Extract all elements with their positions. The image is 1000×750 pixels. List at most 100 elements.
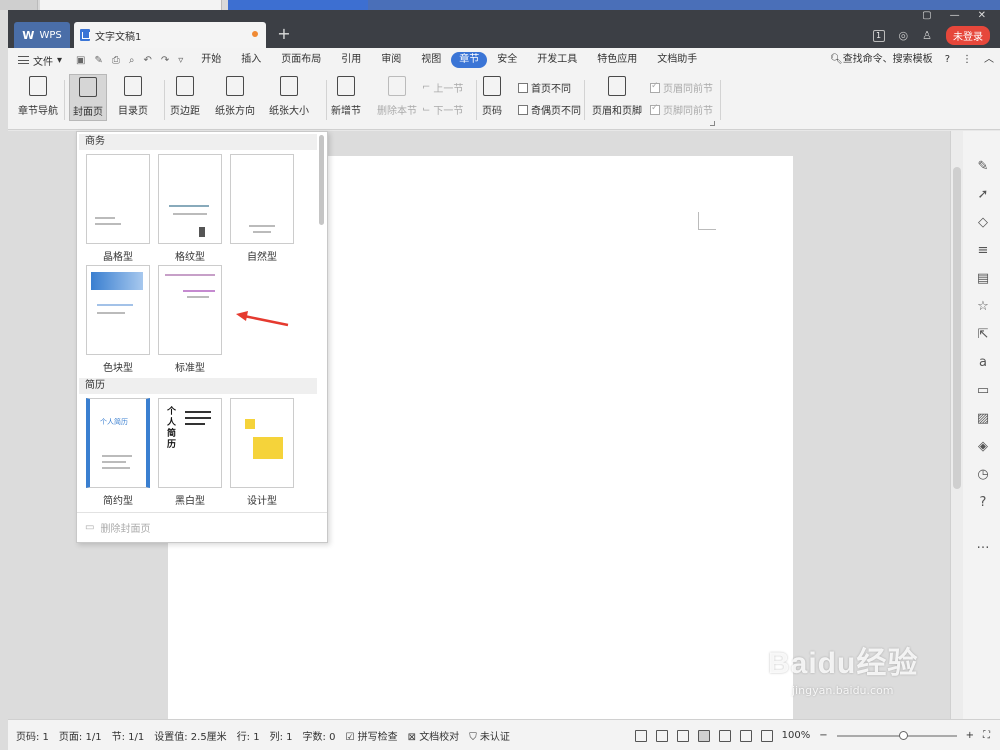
status-pages[interactable]: 页面: 1/1 [59,728,102,743]
browser-tab[interactable] [40,0,222,10]
section-nav-button[interactable]: 章节导航 [18,76,58,117]
first-page-different-checkbox[interactable]: 首页不同 [518,80,571,95]
footer-same-as-previous-checkbox[interactable]: 页脚同前节 [650,102,713,117]
tab-doc-assistant[interactable]: 文档助手 [647,48,707,72]
prev-section-button[interactable]: ⌐ 上一节 [422,80,463,95]
command-search[interactable]: 🔍︎查找命令、搜索模板 [830,48,933,72]
dropdown-scrollbar-thumb[interactable] [319,135,324,225]
undo-icon[interactable]: ↶ [143,55,151,66]
print-icon[interactable]: ⎙ [112,55,120,66]
star-icon[interactable]: ☆ [975,299,991,315]
save-icon[interactable]: ▣ [76,55,85,66]
collapse-ribbon-icon[interactable]: ︿ [984,48,994,72]
shapes-icon[interactable]: ◇ [975,215,991,231]
new-tab-button[interactable]: + [274,24,294,44]
odd-even-different-checkbox[interactable]: 奇偶页不同 [518,102,581,117]
browser-tab[interactable] [0,0,38,10]
tab-references[interactable]: 引用 [331,48,371,72]
image-icon[interactable]: ▨ [975,411,991,427]
header-same-as-previous-checkbox[interactable]: 页眉同前节 [650,80,713,95]
gallery-icon[interactable]: ▤ [975,271,991,287]
zoom-slider-knob[interactable] [898,730,908,740]
spell-check-button[interactable]: ☑ 拼写检查 [345,728,397,743]
zoom-level[interactable]: 100% [782,730,811,741]
certification-status[interactable]: ⛉ 未认证 [469,728,510,743]
zoom-slider[interactable] [836,730,957,740]
history-icon[interactable]: ◷ [975,467,991,483]
print-preview-icon[interactable]: ⌕ [129,55,135,66]
translate-icon[interactable]: a [975,355,991,371]
vertical-scrollbar[interactable] [951,131,963,719]
template-black-white-resume[interactable]: 个人简历 黑白型 [158,398,222,507]
shield-icon[interactable]: ◈ [975,439,991,455]
tab-page-layout[interactable]: 页面布局 [271,48,331,72]
format-painter-icon[interactable]: ✎ [94,55,102,66]
orientation-button[interactable]: 纸张方向 [215,76,255,117]
restore-icon[interactable]: ▢ [922,10,931,24]
paper-size-button[interactable]: 纸张大小 [269,76,309,117]
more-options-icon[interactable]: ⋮ [962,48,972,72]
status-word-count[interactable]: 字数: 0 [303,728,336,743]
tab-view[interactable]: 视图 [411,48,451,72]
toc-page-button[interactable]: 目录页 [118,76,148,117]
pen-icon[interactable]: ✎ [975,159,991,175]
tab-insert[interactable]: 插入 [231,48,271,72]
template-nature[interactable]: 自然型 [230,154,294,263]
outline-view-icon[interactable] [718,729,731,742]
template-crystal[interactable]: 晶格型 [86,154,150,263]
more-icon[interactable]: ▿ [178,55,183,66]
file-menu[interactable]: 文件 ▾ [8,53,72,68]
zoom-out-icon[interactable]: − [819,730,827,741]
redo-icon[interactable]: ↷ [161,55,169,66]
tab-home[interactable]: 开始 [191,48,231,72]
adjust-sliders-icon[interactable]: ≡ [975,243,991,259]
help-button[interactable]: ? [945,48,950,72]
tab-section[interactable]: 章节 [451,52,488,68]
shirt-icon[interactable]: ♙ [922,29,932,42]
template-color-block[interactable]: 色块型 [86,265,150,374]
more-horizontal-icon[interactable]: … [975,537,991,553]
next-section-button[interactable]: ⌙ 下一节 [422,102,463,117]
status-column[interactable]: 列: 1 [270,728,293,743]
zoom-in-icon[interactable]: + [966,730,974,741]
header-footer-button[interactable]: 页眉和页脚 [592,76,642,117]
share-icon[interactable]: ⇱ [975,327,991,343]
delete-section-button[interactable]: 删除本节 [377,76,417,117]
select-cursor-icon[interactable]: ➚ [975,187,991,203]
close-icon[interactable]: ✕ [978,10,986,24]
scrollbar-thumb[interactable] [953,167,961,489]
template-standard[interactable]: 标准型 [158,265,222,374]
status-page-number[interactable]: 页码: 1 [16,728,49,743]
help-circle-icon[interactable]: ? [975,495,991,511]
new-section-button[interactable]: 新增节 [331,76,361,117]
template-plaid[interactable]: 格纹型 [158,154,222,263]
tab-developer[interactable]: 开发工具 [527,48,587,72]
page-view-icon[interactable] [697,729,710,742]
template-simple-resume[interactable]: 个人简历 简约型 [86,398,150,507]
tab-review[interactable]: 审阅 [371,48,411,72]
eye-protection-icon[interactable] [760,729,773,742]
window-counter-badge[interactable]: 1 [872,29,885,42]
wps-home-tab[interactable]: W WPS [14,22,70,48]
template-design-resume[interactable]: 设计型 [230,398,294,507]
page-number-button[interactable]: 页码 [482,76,502,117]
document-tab[interactable]: 文字文稿1 [74,22,266,48]
tab-special[interactable]: 特色应用 [587,48,647,72]
status-section[interactable]: 节: 1/1 [112,728,145,743]
margin-button[interactable]: 页边距 [170,76,200,117]
reading-mode-icon[interactable] [655,729,668,742]
cover-page-button[interactable]: 封面页 [69,74,107,121]
archive-icon[interactable]: ▭ [975,383,991,399]
delete-cover-page-button[interactable]: ▭ 删除封面页 [77,512,327,542]
status-setting[interactable]: 设置值: 2.5厘米 [154,728,226,743]
fit-page-icon[interactable]: ⛶ [983,730,990,741]
web-view-icon[interactable] [739,729,752,742]
proofread-button[interactable]: ⊠ 文档校对 [408,728,460,743]
skin-icon[interactable]: ◎ [899,29,909,42]
status-row[interactable]: 行: 1 [237,728,260,743]
fullscreen-icon[interactable] [634,729,647,742]
dialog-launcher-icon[interactable] [710,121,715,126]
login-button[interactable]: 未登录 [946,26,990,45]
minimize-icon[interactable]: — [950,10,960,24]
write-mode-icon[interactable] [676,729,689,742]
